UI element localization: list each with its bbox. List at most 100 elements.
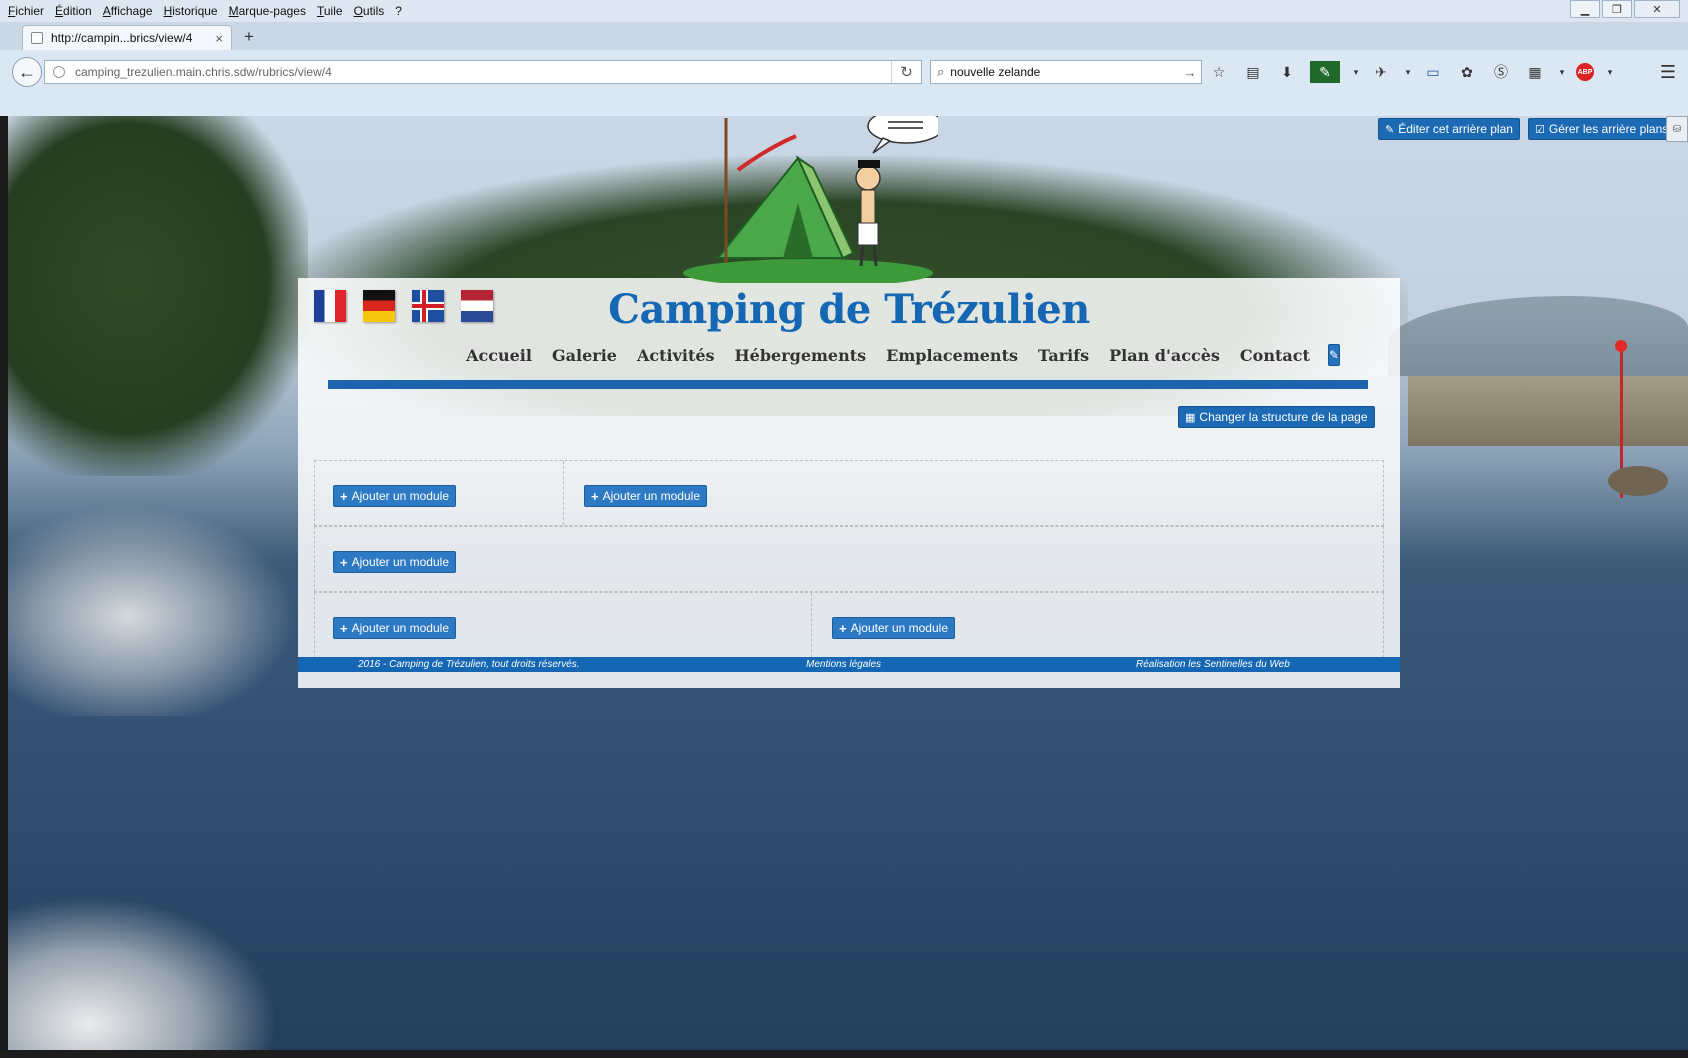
db-widget-icon[interactable]: ⛁	[1666, 116, 1688, 142]
back-button[interactable]: ←	[12, 57, 42, 87]
menu-marque-pages[interactable]: Marque-pages	[229, 4, 306, 18]
menu-edition[interactable]: Édition	[55, 4, 92, 18]
background-shore	[1408, 376, 1688, 446]
site-title[interactable]: Camping de Trézulien	[298, 286, 1400, 333]
add-module-button[interactable]: + Ajouter un module	[333, 485, 456, 507]
layout-row-1: + Ajouter un module + Ajouter un module	[314, 460, 1384, 526]
nav-toolbar: ← camping_trezulien.main.chris.sdw/rubri…	[0, 50, 1688, 116]
add-module-button[interactable]: + Ajouter un module	[333, 551, 456, 573]
pencil-icon: ✎	[1385, 123, 1395, 136]
arrow-left-icon: ←	[18, 61, 36, 82]
reload-icon[interactable]: ↻	[891, 61, 921, 83]
add-module-label: Ajouter un module	[850, 621, 948, 635]
nav-contact[interactable]: Contact	[1240, 346, 1310, 365]
addon-dropdown-2-icon[interactable]: ▾	[1404, 61, 1412, 83]
plus-icon: +	[839, 620, 847, 636]
manage-backgrounds-button[interactable]: ☑ Gérer les arrière plans	[1528, 118, 1676, 140]
site-panel: Camping de Trézulien Accueil Galerie Act…	[298, 116, 1400, 688]
layout-col-1-2: + Ajouter un module	[563, 461, 1383, 525]
edit-background-label: Éditer cet arrière plan	[1398, 122, 1513, 136]
add-module-button[interactable]: + Ajouter un module	[584, 485, 707, 507]
edit-background-button[interactable]: ✎ Éditer cet arrière plan	[1378, 118, 1520, 140]
add-module-button[interactable]: + Ajouter un module	[333, 617, 456, 639]
add-module-label: Ajouter un module	[351, 489, 449, 503]
plus-icon: +	[340, 620, 348, 636]
edit-square-icon: ☑	[1535, 123, 1545, 136]
add-module-label: Ajouter un module	[351, 621, 449, 635]
download-icon[interactable]: ⬇	[1276, 61, 1298, 83]
edit-menu-icon[interactable]: ✎	[1327, 344, 1340, 366]
addon-palette-icon[interactable]: ✿	[1456, 61, 1478, 83]
addon-s-icon[interactable]: Ⓢ	[1490, 61, 1512, 83]
addon-dropdown-3-icon[interactable]: ▾	[1558, 61, 1566, 83]
nav-emplacements[interactable]: Emplacements	[886, 346, 1018, 365]
reading-list-icon[interactable]: ▤	[1242, 61, 1264, 83]
addon-wrench-icon[interactable]: ✈	[1370, 61, 1392, 83]
page-viewport: ✎ Éditer cet arrière plan ☑ Gérer les ar…	[8, 116, 1688, 1050]
footer-credit-link[interactable]: Réalisation les Sentinelles du Web	[1136, 659, 1290, 670]
nav-tarifs[interactable]: Tarifs	[1038, 346, 1089, 365]
background-boat-foreground	[8, 896, 278, 1050]
tab-close-icon[interactable]: ×	[215, 31, 223, 46]
grid-icon: ▦	[1185, 411, 1196, 424]
footer-copyright: 2016 - Camping de Trézulien, tout droits…	[358, 659, 580, 670]
layout-col-2-1: + Ajouter un module	[315, 527, 1383, 591]
addon-dropdown-icon[interactable]: ▾	[1352, 61, 1360, 83]
minimize-icon[interactable]: ▁	[1570, 0, 1600, 18]
add-module-label: Ajouter un module	[351, 555, 449, 569]
change-structure-button[interactable]: ▦ Changer la structure de la page	[1178, 406, 1375, 428]
main-navigation: Accueil Galerie Activités Hébergements E…	[458, 344, 1340, 366]
taskbar-edge	[0, 1050, 1688, 1058]
addon-green-icon[interactable]: ✎	[1310, 61, 1340, 83]
nav-hebergements[interactable]: Hébergements	[735, 346, 867, 365]
nav-activites[interactable]: Activités	[637, 346, 715, 365]
menu-fichier[interactable]: Fichier	[8, 4, 44, 18]
menu-outils[interactable]: Outils	[354, 4, 385, 18]
layout-row-3: + Ajouter un module + Ajouter un module	[314, 592, 1384, 658]
addon-grid-icon[interactable]: ▦	[1524, 61, 1546, 83]
window-controls: ▁ ❐ ✕	[1568, 0, 1680, 18]
plus-icon: +	[591, 488, 599, 504]
nav-galerie[interactable]: Galerie	[552, 346, 617, 365]
nav-plan-acces[interactable]: Plan d'accès	[1109, 346, 1220, 365]
layout-col-3-2: + Ajouter un module	[811, 593, 1383, 657]
footer-legal-link[interactable]: Mentions légales	[806, 659, 881, 670]
camping-logo	[683, 116, 938, 283]
new-tab-button[interactable]: +	[244, 27, 254, 47]
addon-dropdown-4-icon[interactable]: ▾	[1606, 61, 1614, 83]
url-bar[interactable]: camping_trezulien.main.chris.sdw/rubrics…	[44, 60, 922, 84]
background-hills	[1388, 296, 1688, 376]
search-go-icon[interactable]: →	[1179, 65, 1201, 80]
search-input[interactable]	[950, 65, 1179, 79]
menu-hamburger-icon[interactable]: ☰	[1660, 62, 1676, 83]
background-buoy	[1615, 340, 1627, 352]
nav-accueil[interactable]: Accueil	[466, 346, 532, 365]
tab-active[interactable]: http://campin...brics/view/4 ×	[22, 25, 232, 50]
background-rock	[1608, 466, 1668, 496]
site-identity-icon[interactable]	[53, 66, 65, 78]
tab-strip: http://campin...brics/view/4 × +	[0, 22, 1688, 50]
toolbar-icons: ☆ ▤ ⬇ ✎ ▾ ✈ ▾ ▭ ✿ Ⓢ ▦ ▾ ABP ▾	[1208, 60, 1624, 84]
menu-tuile[interactable]: Tuile	[317, 4, 343, 18]
menu-aide[interactable]: ?	[395, 4, 402, 18]
menu-affichage[interactable]: Affichage	[103, 4, 153, 18]
search-bar[interactable]: ⌕ →	[930, 60, 1202, 84]
search-icon: ⌕	[937, 64, 945, 79]
addon-screen-icon[interactable]: ▭	[1422, 61, 1444, 83]
browser-menubar: Fichier Édition Affichage Historique Mar…	[0, 0, 1688, 22]
bookmark-star-icon[interactable]: ☆	[1208, 61, 1230, 83]
url-text[interactable]: camping_trezulien.main.chris.sdw/rubrics…	[75, 65, 891, 79]
plus-icon: +	[340, 554, 348, 570]
adblock-icon[interactable]: ABP	[1576, 63, 1594, 81]
layout-row-2: + Ajouter un module	[314, 526, 1384, 592]
plus-icon: +	[340, 488, 348, 504]
tab-title: http://campin...brics/view/4	[51, 31, 193, 45]
change-structure-label: Changer la structure de la page	[1199, 410, 1368, 424]
window-close-icon[interactable]: ✕	[1634, 0, 1680, 18]
add-module-button[interactable]: + Ajouter un module	[832, 617, 955, 639]
restore-icon[interactable]: ❐	[1602, 0, 1632, 18]
page-favicon-icon	[31, 32, 43, 44]
menu-historique[interactable]: Historique	[164, 4, 218, 18]
add-module-label: Ajouter un module	[602, 489, 700, 503]
background-trees-left	[8, 116, 308, 476]
